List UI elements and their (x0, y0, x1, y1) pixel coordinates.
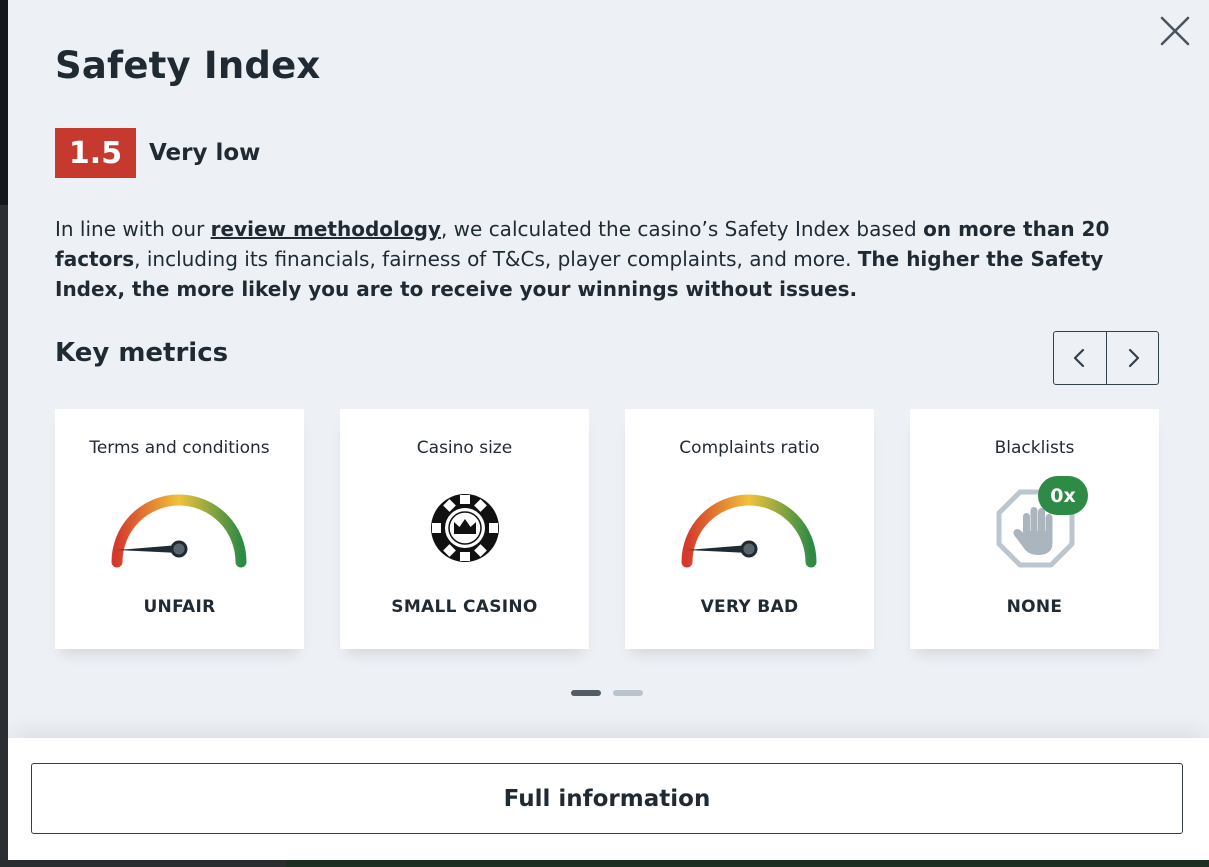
chevron-right-icon (1128, 348, 1139, 368)
metric-value: UNFAIR (143, 597, 216, 617)
desc-text-2: , we calculated the casino’s Safety Inde… (440, 217, 924, 241)
key-metrics-title: Key metrics (55, 338, 229, 368)
full-information-button[interactable]: Full information (31, 763, 1183, 834)
backdrop-left-top (0, 0, 8, 205)
metric-label: Terms and conditions (89, 438, 270, 458)
gauge-icon (681, 494, 817, 568)
stop-hand-icon (996, 489, 1075, 568)
blacklist-count-badge: 0x (1038, 476, 1088, 515)
metric-value: SMALL CASINO (391, 597, 538, 617)
casino-chip-icon (431, 494, 499, 562)
review-methodology-link[interactable]: review methodology (211, 217, 441, 241)
safety-index-modal: Safety Index 1.5 Very low In line with o… (8, 0, 1209, 860)
desc-text-1: In line with our (55, 217, 211, 241)
metric-label: Complaints ratio (679, 438, 820, 458)
modal-footer: Full information (8, 738, 1209, 860)
pagination-dot-1[interactable] (571, 690, 601, 696)
metric-card-terms[interactable]: Terms and conditions UNFAIR (55, 409, 304, 649)
carousel-next-button[interactable] (1106, 332, 1158, 384)
metric-card-casino-size[interactable]: Casino size SMALL CASINO (340, 409, 589, 649)
description: In line with our review methodology, we … (55, 214, 1165, 304)
metric-value: NONE (1006, 597, 1063, 617)
close-button[interactable] (1158, 14, 1192, 48)
metric-card-blacklists[interactable]: Blacklists 0x NONE (910, 409, 1159, 649)
metric-card-complaints[interactable]: Complaints ratio VERY BAD (625, 409, 874, 649)
score-row: 1.5 Very low (55, 128, 260, 178)
carousel-pagination (571, 690, 643, 696)
backdrop-bottom-right (286, 860, 1209, 867)
carousel-prev-button[interactable] (1054, 332, 1106, 384)
metric-value: VERY BAD (700, 597, 799, 617)
metric-label: Casino size (416, 438, 513, 458)
modal-title: Safety Index (55, 44, 321, 87)
carousel-nav (1053, 331, 1159, 385)
pagination-dot-2[interactable] (613, 690, 643, 696)
close-icon (1160, 16, 1190, 46)
score-badge: 1.5 (55, 128, 136, 178)
gauge-icon (111, 494, 247, 568)
score-label: Very low (149, 140, 261, 166)
chevron-left-icon (1073, 348, 1085, 368)
metric-label: Blacklists (994, 438, 1075, 458)
desc-text-3: , including its financials, fairness of … (134, 247, 858, 271)
